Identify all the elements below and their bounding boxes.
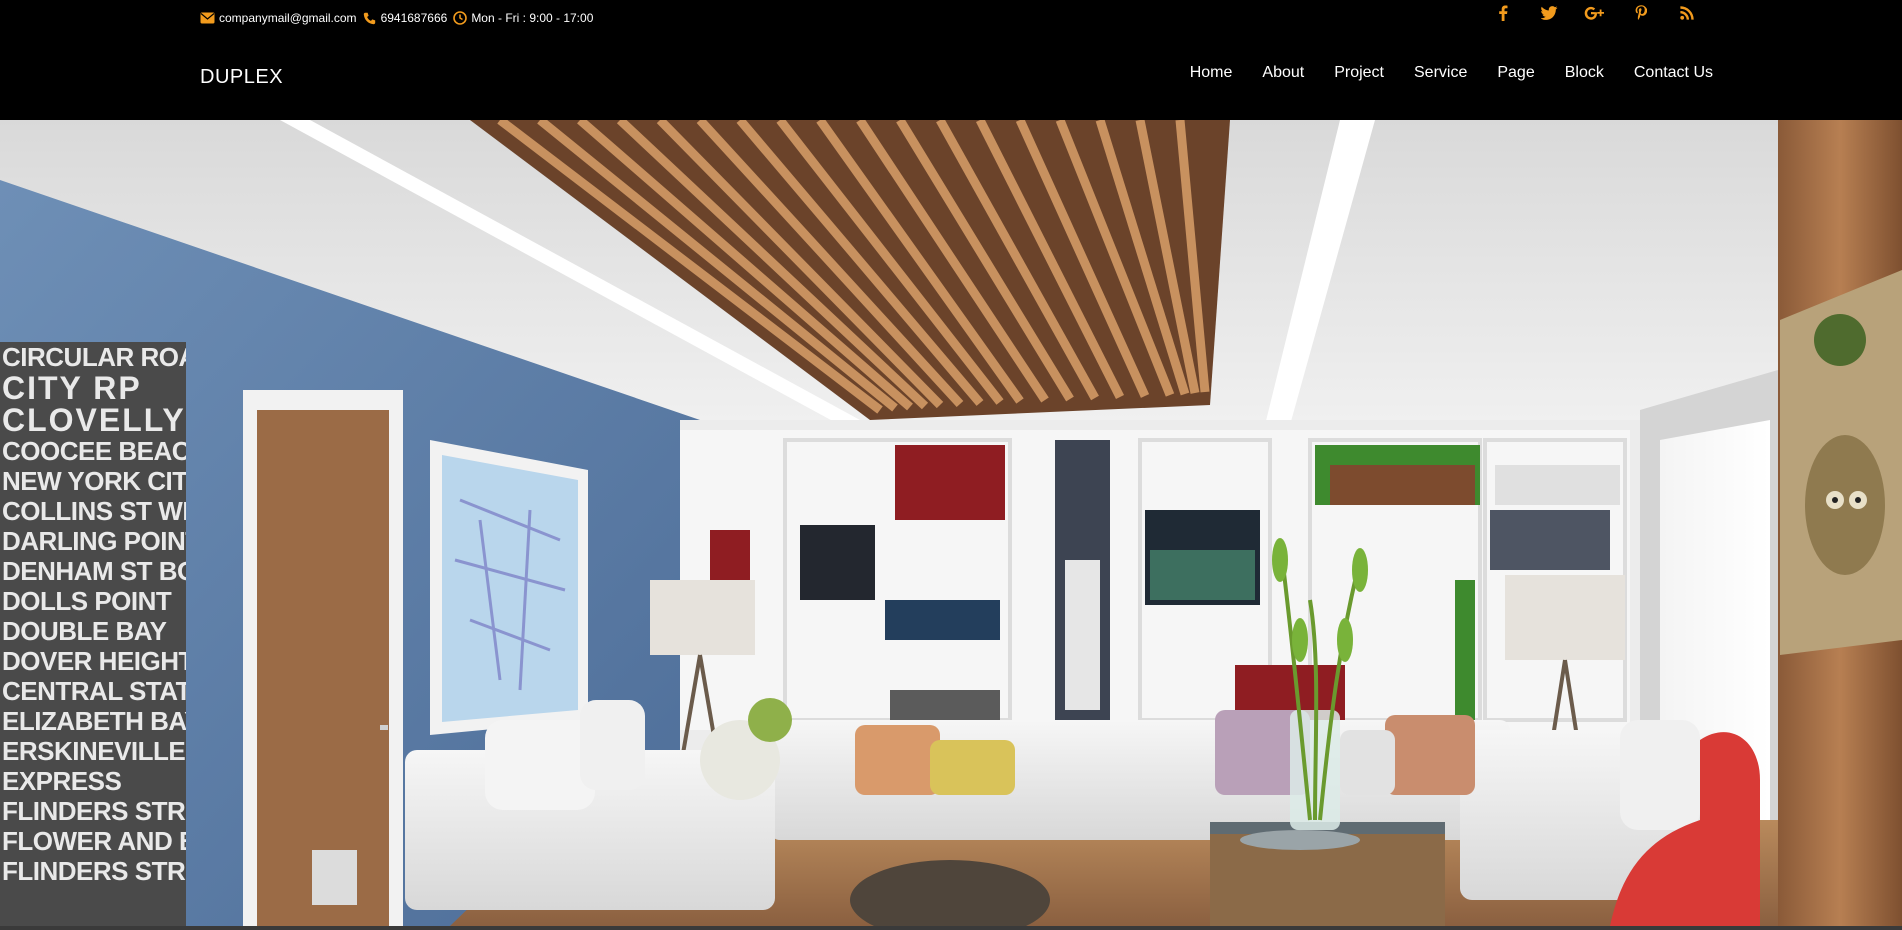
rss-icon[interactable] xyxy=(1664,2,1710,24)
living-room-illustration xyxy=(0,120,1902,926)
poster-line: COOCEE BEACH xyxy=(2,436,186,466)
twitter-icon[interactable] xyxy=(1526,2,1572,24)
poster-line: CENTRAL STATION xyxy=(2,676,186,706)
social-links xyxy=(1480,2,1710,24)
poster-line: ELIZABETH BAY xyxy=(2,706,186,736)
poster-line: DOLLS POINT xyxy=(2,586,172,616)
nav-service[interactable]: Service xyxy=(1414,64,1467,82)
phone-contact[interactable]: 6941687666 xyxy=(362,11,448,26)
poster-line: FLOWER AND BUN ST xyxy=(2,826,186,856)
poster-line: DOUBLE BAY xyxy=(2,616,167,646)
poster-line: CLOVELLY xyxy=(2,402,186,438)
pinterest-icon[interactable] xyxy=(1618,2,1664,24)
email-text: companymail@gmail.com xyxy=(219,11,357,25)
poster-line: CIRCULAR ROAD xyxy=(2,342,186,372)
site-header: companymail@gmail.com 6941687666 Mon - F… xyxy=(0,0,1902,120)
poster-line: DOVER HEIGHTS xyxy=(2,646,186,676)
nav-page[interactable]: Page xyxy=(1497,64,1534,82)
poster-line: DARLING POINT xyxy=(2,526,186,556)
clock-icon xyxy=(452,11,467,26)
poster-line: COLLINS ST WEST xyxy=(2,496,186,526)
google-plus-icon[interactable] xyxy=(1572,2,1618,24)
contact-bar: companymail@gmail.com 6941687666 Mon - F… xyxy=(200,8,598,28)
street-names-poster: CIRCULAR ROAD CITY RP CLOVELLY COOCEE BE… xyxy=(0,342,186,926)
nav-block[interactable]: Block xyxy=(1565,64,1604,82)
page-bottom-divider xyxy=(0,926,1902,930)
hours-info: Mon - Fri : 9:00 - 17:00 xyxy=(452,11,593,26)
email-contact[interactable]: companymail@gmail.com xyxy=(200,11,357,26)
nav-about[interactable]: About xyxy=(1262,64,1304,82)
site-logo[interactable]: DUPLEX xyxy=(200,66,283,89)
phone-text: 6941687666 xyxy=(380,11,448,25)
nav-project[interactable]: Project xyxy=(1334,64,1384,82)
facebook-icon[interactable] xyxy=(1480,2,1526,24)
phone-icon xyxy=(362,11,377,26)
nav-contact-us[interactable]: Contact Us xyxy=(1634,64,1713,82)
main-nav: Home About Project Service Page Block Co… xyxy=(1190,64,1713,82)
poster-line: NEW YORK CITY xyxy=(2,466,186,496)
poster-line: ERSKINEVILLE xyxy=(2,736,186,766)
poster-line: EXPRESS xyxy=(2,766,122,796)
hero-image: CIRCULAR ROAD CITY RP CLOVELLY COOCEE BE… xyxy=(0,120,1902,926)
envelope-icon xyxy=(200,11,215,26)
poster-line: CITY RP xyxy=(2,370,142,406)
nav-home[interactable]: Home xyxy=(1190,64,1233,82)
poster-line: FLINDERS STREET xyxy=(2,856,186,886)
poster-line: FLINDERS STREET xyxy=(2,796,186,826)
hours-text: Mon - Fri : 9:00 - 17:00 xyxy=(471,11,594,25)
poster-line: DENHAM ST BOUND xyxy=(2,556,186,586)
